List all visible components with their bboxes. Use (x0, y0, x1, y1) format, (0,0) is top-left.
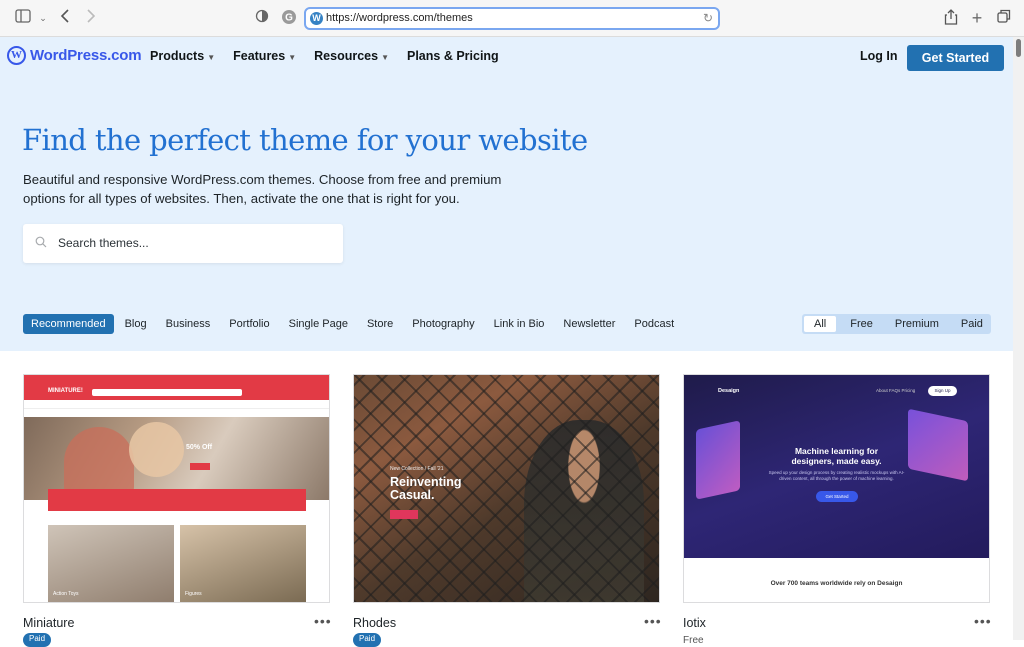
tab-newsletter[interactable]: Newsletter (563, 318, 615, 330)
tab-recommended[interactable]: Recommended (23, 314, 114, 334)
tab-overview-icon[interactable] (995, 9, 1013, 27)
theme-name[interactable]: Rhodes (353, 616, 396, 630)
share-icon[interactable] (942, 9, 960, 27)
price-label: Free (683, 635, 704, 646)
svg-text:G: G (285, 13, 293, 24)
preview-sale-text: 50% Off (186, 444, 213, 451)
tab-single-page[interactable]: Single Page (289, 318, 348, 330)
caret-down-icon: ▼ (207, 53, 216, 62)
tab-podcast[interactable]: Podcast (634, 318, 674, 330)
preview-headline: Machine learning for designers, made eas… (791, 446, 882, 466)
scrollbar-thumb[interactable] (1016, 39, 1021, 57)
logo-text: WordPress.com (30, 47, 142, 64)
theme-card-iotix[interactable]: Desaign About FAQs Pricing Sign Up Machi… (683, 374, 990, 603)
forward-icon[interactable] (82, 9, 100, 27)
hero-section: WordPress.com Products▼ Features▼ Resour… (0, 37, 1013, 351)
google-extension-icon[interactable]: G (280, 9, 298, 27)
tab-blog[interactable]: Blog (125, 318, 147, 330)
menu-item-plans-pricing[interactable]: Plans & Pricing (407, 49, 499, 63)
filter-free[interactable]: Free (839, 316, 884, 332)
tab-portfolio[interactable]: Portfolio (229, 318, 269, 330)
preview-signup: Sign Up (928, 386, 957, 396)
theme-name[interactable]: Miniature (23, 616, 74, 630)
more-options-icon[interactable]: ••• (644, 613, 662, 629)
caret-down-icon: ▼ (381, 53, 389, 62)
back-icon[interactable] (56, 9, 74, 27)
page-subtitle: Beautiful and responsive WordPress.com t… (23, 172, 502, 206)
main-menu: Products ▼ Features ▼ Resources ▼ Plans & P… (150, 49, 517, 63)
chevron-down-icon[interactable]: ⌄ (34, 9, 52, 27)
browser-toolbar: ⌄ G W https://wordpress.com/themes ↻ + (0, 0, 1024, 37)
price-badge: Paid (23, 633, 52, 647)
preview-hero-image: 50% Off (24, 417, 329, 500)
wordpress-logo[interactable]: WordPress.com (7, 46, 142, 65)
preview-nav: About FAQs Pricing (876, 388, 916, 393)
preview-tile: Figures (180, 525, 306, 602)
filter-premium[interactable]: Premium (884, 316, 950, 332)
filter-paid[interactable]: Paid (950, 316, 994, 332)
site-header: WordPress.com Products▼ Features▼ Resour… (0, 37, 1013, 77)
pricing-filter: All Free Premium Paid (802, 314, 991, 334)
price-badge: Paid (353, 633, 382, 647)
menu-item-resources[interactable]: Resources ▼ (314, 49, 389, 63)
preview-headline: Reinventing Casual. (390, 475, 462, 502)
address-bar[interactable]: W https://wordpress.com/themes ↻ (304, 7, 720, 30)
theme-card-miniature[interactable]: MINIATURE! 50% Off Action Toys Figures (23, 374, 330, 603)
preview-tile: Action Toys (48, 525, 174, 602)
tab-photography[interactable]: Photography (412, 318, 474, 330)
theme-card-rhodes[interactable]: New Collection / Fall '21 Reinventing Ca… (353, 374, 660, 603)
preview-brand: Desaign (718, 388, 740, 394)
category-tabs: Recommended Blog Business Portfolio Sing… (23, 314, 693, 334)
preview-body: Speed up your design process by creating… (768, 470, 905, 481)
search-icon (35, 236, 47, 248)
menu-item-products[interactable]: Products ▼ (150, 49, 215, 63)
theme-name[interactable]: Iotix (683, 616, 706, 630)
menu-item-features[interactable]: Features ▼ (233, 49, 296, 63)
login-link[interactable]: Log In (860, 49, 898, 63)
preview-button: Get Started (816, 491, 858, 502)
filter-all[interactable]: All (804, 316, 837, 332)
more-options-icon[interactable]: ••• (314, 613, 332, 629)
preview-teams-text: Over 700 teams worldwide rely on Desaign (770, 580, 903, 587)
wordpress-logo-icon (7, 46, 26, 65)
reload-icon[interactable]: ↻ (703, 11, 713, 25)
page-title: Find the perfect theme for your website (22, 123, 588, 157)
new-tab-icon[interactable]: + (968, 9, 986, 27)
preview-kicker: New Collection / Fall '21 (390, 466, 444, 472)
url-text: https://wordpress.com/themes (326, 12, 473, 24)
tab-business[interactable]: Business (166, 318, 211, 330)
site-favicon-icon: W (310, 12, 323, 25)
more-options-icon[interactable]: ••• (974, 613, 992, 629)
tab-link-in-bio[interactable]: Link in Bio (494, 318, 545, 330)
page-scrollbar[interactable] (1013, 37, 1024, 640)
sidebar-toggle-icon[interactable] (14, 9, 32, 27)
caret-down-icon: ▼ (288, 53, 297, 62)
preview-logo: MINIATURE! (48, 388, 83, 394)
theme-search[interactable]: Search themes... (23, 224, 343, 263)
get-started-button[interactable]: Get Started (907, 45, 1004, 71)
tab-store[interactable]: Store (367, 318, 393, 330)
search-input[interactable]: Search themes... (58, 236, 149, 250)
privacy-shield-icon[interactable] (253, 9, 271, 27)
